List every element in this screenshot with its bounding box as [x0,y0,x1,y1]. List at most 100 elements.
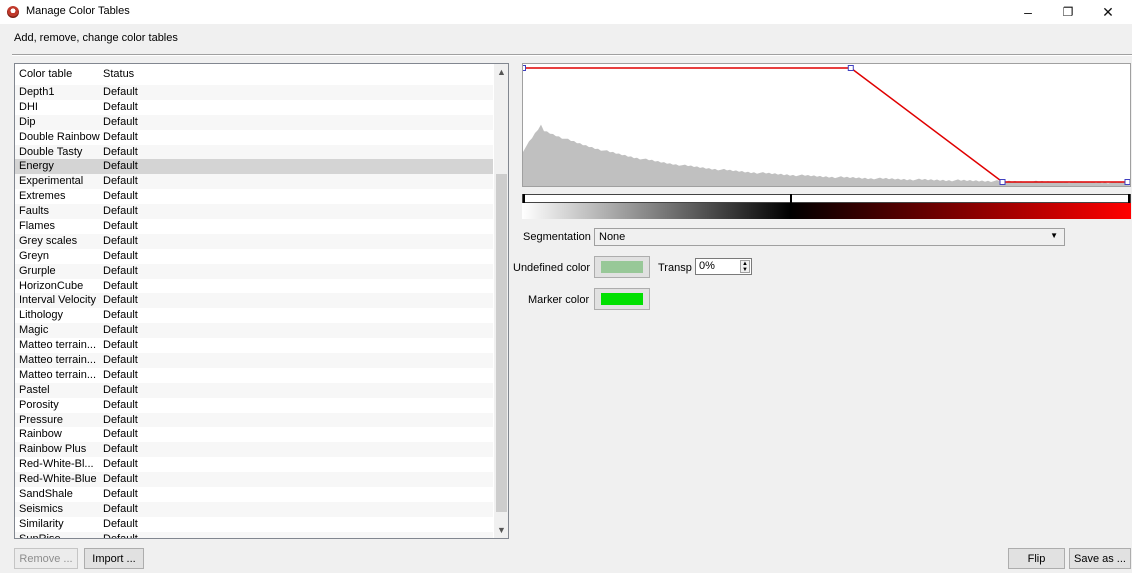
curve-handle[interactable] [520,65,526,71]
table-row[interactable]: Dip Default [15,114,493,130]
table-row[interactable]: Experimental Default [15,174,493,190]
row-color-table-name: Red-White-Bl... [19,458,94,471]
header-separator [12,54,1132,56]
row-color-table-name: Experimental [19,175,84,188]
transp-label: Transp [658,262,692,274]
table-row[interactable]: SandShale Default [15,487,493,502]
curve-handle[interactable] [1124,179,1131,185]
row-color-table-name: Seismics [19,502,64,515]
opacity-curve-plot[interactable] [520,64,1131,186]
list-rows: Depth1 Default DHI Default Dip Default Double … [15,85,493,538]
row-status: Default [103,115,138,128]
transparency-spinbox[interactable]: 0% ▲ ▼ [695,258,752,275]
table-row[interactable]: Magic Default [15,323,493,339]
table-row[interactable]: Matteo terrain... Default [15,368,493,383]
table-row[interactable]: Interval Velocity Default [15,293,493,309]
save-as-button[interactable]: Save as ... [1069,548,1131,569]
table-row[interactable]: Faults Default [15,204,493,220]
table-row[interactable]: Red-White-Bl... Default [15,457,493,472]
segmentation-value: None [599,231,626,243]
row-status: Default [103,383,138,396]
row-color-table-name: Grurple [19,264,56,277]
row-status: Default [103,488,138,501]
vertical-scrollbar[interactable]: ▲ ▼ [494,64,508,538]
table-row[interactable]: Rainbow Default [15,427,493,442]
histogram-area [523,124,1130,186]
row-status: Default [103,234,138,247]
import-button[interactable]: Import ... [84,548,144,569]
scroll-up-icon[interactable]: ▲ [494,64,508,80]
window-title: Manage Color Tables [26,5,130,17]
table-row[interactable]: Depth1 Default [15,85,493,100]
color-stop-marker[interactable] [1128,194,1130,203]
row-color-table-name: Energy [19,160,54,173]
marker-color-button[interactable] [594,288,650,310]
restore-icon[interactable]: ❐ [1048,0,1088,24]
table-row[interactable]: Extremes Default [15,189,493,204]
marker-color-swatch [601,293,643,305]
table-row[interactable]: Greyn Default [15,249,493,264]
table-row[interactable]: Matteo terrain... Default [15,338,493,353]
row-color-table-name: Red-White-Blue [19,473,97,486]
row-color-table-name: Greyn [19,249,49,262]
table-row[interactable]: Energy Default [15,159,493,175]
row-status: Default [103,309,138,322]
table-row[interactable]: Pressure Default [15,412,493,428]
table-row[interactable]: Pastel Default [15,382,493,398]
table-row[interactable]: Red-White-Blue Default [15,472,493,488]
close-icon[interactable]: ✕ [1088,0,1128,24]
table-row[interactable]: Flames Default [15,219,493,234]
column-header-color-table[interactable]: Color table [19,68,72,80]
row-status: Default [103,175,138,188]
row-status: Default [103,398,138,411]
color-stop-marker[interactable] [523,194,525,203]
table-row[interactable]: Rainbow Plus Default [15,442,493,458]
color-stop-bar[interactable] [522,194,1131,203]
opacity-histogram-canvas[interactable] [520,63,1131,187]
table-row[interactable]: Lithology Default [15,308,493,323]
row-color-table-name: Faults [19,205,49,218]
row-status: Default [103,160,138,173]
table-row[interactable]: Similarity Default [15,517,493,532]
curve-handle[interactable] [999,179,1006,185]
marker-color-label: Marker color [528,294,590,306]
table-row[interactable]: Seismics Default [15,501,493,517]
row-status: Default [103,354,138,367]
minimize-icon[interactable]: – [1008,0,1048,24]
row-color-table-name: Rainbow Plus [19,443,87,456]
undefined-color-label: Undefined color [513,262,591,274]
dialog-subtitle: Add, remove, change color tables [14,32,178,44]
row-color-table-name: Flames [19,220,56,233]
table-row[interactable]: Porosity Default [15,398,493,413]
table-row[interactable]: SunRise Default [15,531,493,538]
table-row[interactable]: Matteo terrain... Default [15,353,493,368]
row-status: Default [103,413,138,426]
undefined-color-button[interactable] [594,256,650,278]
row-status: Default [103,190,138,203]
row-color-table-name: Magic [19,324,49,337]
remove-button[interactable]: Remove ... [14,548,78,569]
curve-handle[interactable] [847,65,854,71]
color-gradient-preview [522,203,1131,219]
table-row[interactable]: Grurple Default [15,263,493,279]
scroll-down-icon[interactable]: ▼ [494,522,508,538]
table-row[interactable]: DHI Default [15,100,493,115]
row-color-table-name: Similarity [19,517,64,530]
row-color-table-name: Depth1 [19,86,55,98]
color-stop-marker[interactable] [790,194,793,203]
flip-button[interactable]: Flip [1008,548,1065,569]
row-status: Default [103,130,138,143]
row-color-table-name: Pastel [19,383,50,396]
row-color-table-name: Porosity [19,398,59,411]
column-header-status[interactable]: Status [103,68,134,80]
spin-arrows-icon[interactable]: ▲ ▼ [740,260,750,273]
color-table-list[interactable]: Color table Status Depth1 Default DHI Defau… [14,63,509,539]
app-icon [7,6,19,18]
scrollbar-thumb[interactable] [496,173,507,512]
table-row[interactable]: Double Rainbow Default [15,130,493,145]
table-row[interactable]: Double Tasty Default [15,144,493,160]
row-status: Default [103,264,138,277]
segmentation-select[interactable]: None ▼ [594,228,1065,246]
table-row[interactable]: HorizonCube Default [15,279,493,294]
table-row[interactable]: Grey scales Default [15,233,493,249]
